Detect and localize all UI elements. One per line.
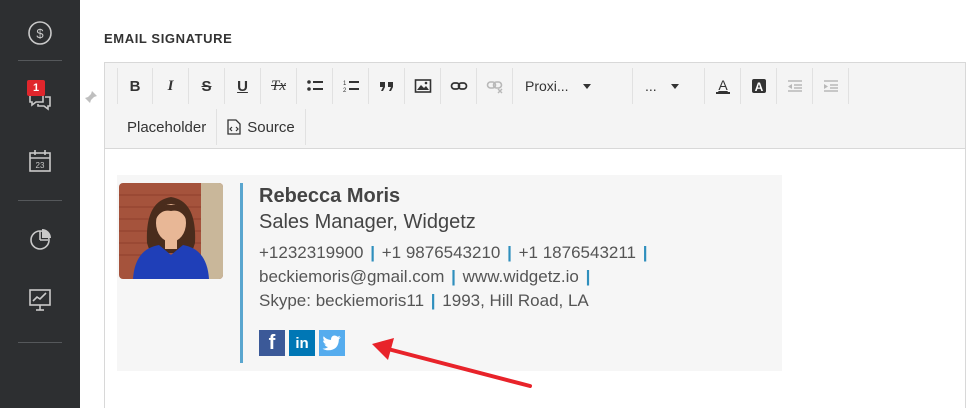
linkedin-icon[interactable]: in	[289, 330, 315, 356]
bulleted-list-button[interactable]	[297, 68, 333, 104]
facebook-icon[interactable]: f	[259, 330, 285, 356]
indent-icon	[823, 80, 838, 92]
chevron-down-icon	[582, 83, 591, 89]
signature-divider-line	[240, 183, 243, 363]
placeholder-button[interactable]: Placeholder	[117, 109, 218, 145]
calendar-icon: 23	[29, 150, 51, 172]
annotation-arrow	[372, 338, 532, 388]
signature-job-title: Sales Manager, Widgetz	[259, 211, 476, 233]
website-link[interactable]: www.widgetz.io	[463, 267, 579, 286]
underline-button[interactable]: U	[225, 68, 261, 104]
unlink-icon	[486, 81, 502, 94]
image-icon	[414, 79, 431, 93]
text-color-icon: A	[715, 77, 730, 94]
font-family-select[interactable]: Proxi...	[513, 68, 633, 104]
pie-chart-icon	[30, 229, 51, 250]
sidebar: $ 1 23	[0, 0, 97, 408]
numbered-list-icon: 12	[343, 81, 359, 94]
strikethrough-icon: S	[201, 77, 212, 95]
notification-badge: 1	[27, 80, 45, 96]
skype-handle: Skype: beckiemoris11	[259, 291, 425, 310]
link-icon	[450, 82, 467, 90]
separator: |	[370, 243, 375, 262]
address: 1993, Hill Road, LA	[442, 291, 589, 310]
background-color-icon: A	[751, 79, 766, 94]
increase-indent-button[interactable]	[813, 68, 849, 104]
numbered-list-button[interactable]: 12	[333, 68, 369, 104]
section-title: EMAIL SIGNATURE	[104, 31, 233, 46]
font-size-value: ...	[645, 78, 657, 94]
bold-button[interactable]: B	[117, 68, 153, 104]
insert-image-button[interactable]	[405, 68, 441, 104]
editor-toolbar: B I S U Tx 12 Proxi... ... A A Placehold…	[105, 63, 965, 149]
sidebar-item-presentations[interactable]	[22, 282, 58, 318]
sidebar-divider	[18, 342, 62, 343]
chevron-down-icon	[670, 83, 679, 89]
separator: |	[585, 267, 591, 286]
clear-format-button[interactable]: Tx	[261, 68, 297, 104]
bold-icon: B	[129, 77, 141, 95]
outdent-icon	[787, 80, 802, 92]
facebook-letter: f	[268, 331, 276, 354]
source-button[interactable]: Source	[217, 109, 306, 145]
blockquote-button[interactable]	[369, 68, 405, 104]
svg-text:1: 1	[343, 81, 347, 87]
phone-number[interactable]: +1 1876543211	[519, 243, 636, 262]
svg-text:2: 2	[343, 88, 347, 94]
signature-contact: beckiemoris@gmail.com | www.widgetz.io |	[259, 265, 650, 289]
signature-text: Rebecca Moris Sales Manager, Widgetz +12…	[259, 183, 650, 313]
dollar-icon: $	[28, 21, 52, 45]
phone-number[interactable]: +1232319900	[259, 243, 363, 262]
calendar-date: 23	[36, 161, 45, 170]
italic-icon: I	[167, 77, 174, 94]
decrease-indent-button[interactable]	[777, 68, 813, 104]
signature-name: Rebecca Moris	[259, 185, 401, 207]
signature-editor[interactable]: B I S U Tx 12 Proxi... ... A A Placehold…	[104, 62, 966, 408]
separator: |	[451, 267, 456, 286]
placeholder-label: Placeholder	[127, 118, 207, 136]
separator: |	[642, 243, 648, 262]
signature-phones: +1232319900 | +1 9876543210 | +1 1876543…	[259, 241, 650, 265]
linkedin-letters: in	[295, 334, 309, 352]
signature-address: Skype: beckiemoris11 | 1993, Hill Road, …	[259, 289, 650, 313]
social-icons: f in	[259, 330, 345, 356]
separator: |	[507, 243, 512, 262]
unlink-button[interactable]	[477, 68, 513, 104]
background-color-button[interactable]: A	[741, 68, 777, 104]
twitter-icon[interactable]	[319, 330, 345, 356]
sidebar-divider	[18, 60, 62, 61]
clear-format-icon: Tx	[271, 77, 286, 94]
sidebar-divider	[18, 200, 62, 201]
sidebar-item-calendar[interactable]: 23	[22, 143, 58, 179]
separator: |	[430, 291, 436, 310]
source-label: Source	[247, 118, 295, 136]
text-color-button[interactable]: A	[705, 68, 741, 104]
pin-icon[interactable]	[84, 90, 98, 104]
quote-icon	[379, 82, 393, 91]
strikethrough-button[interactable]: S	[189, 68, 225, 104]
sidebar-item-billing[interactable]: $	[22, 15, 58, 51]
sidebar-item-reports[interactable]	[22, 221, 58, 257]
svg-text:A: A	[754, 80, 763, 94]
italic-button[interactable]: I	[153, 68, 189, 104]
source-code-icon	[227, 119, 241, 135]
font-family-value: Proxi...	[525, 78, 569, 94]
presentation-chart-icon	[29, 289, 51, 311]
email-link[interactable]: beckiemoris@gmail.com	[259, 267, 444, 286]
profile-photo	[119, 183, 223, 279]
svg-text:A: A	[718, 77, 728, 93]
svg-text:$: $	[36, 26, 44, 41]
insert-link-button[interactable]	[441, 68, 477, 104]
bulleted-list-icon	[306, 80, 323, 91]
underline-icon: U	[237, 77, 248, 95]
font-size-select[interactable]: ...	[633, 68, 705, 104]
phone-number[interactable]: +1 9876543210	[382, 243, 501, 262]
